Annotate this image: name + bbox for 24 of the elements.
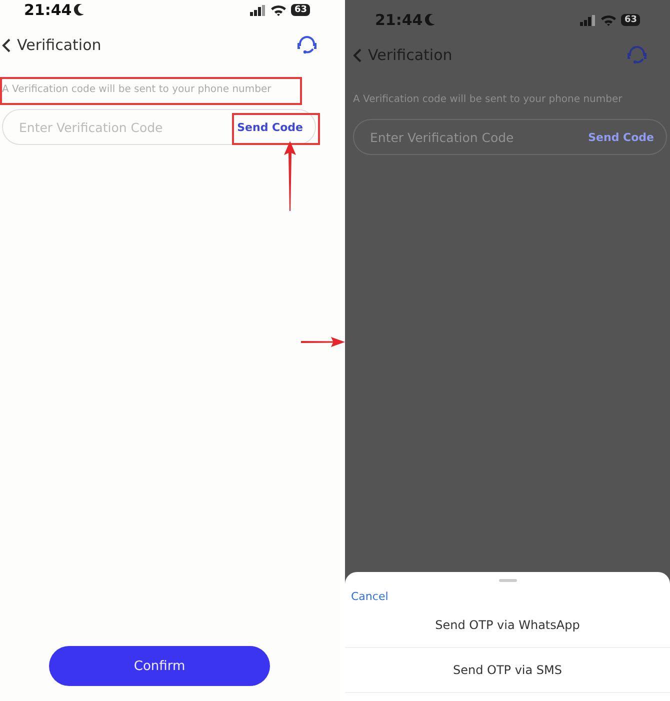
wifi-icon [271, 4, 286, 16]
sheet-option[interactable]: Send OTP via WhatsApp [345, 603, 670, 648]
moon-icon [74, 4, 84, 16]
cancel-button[interactable]: Cancel [351, 590, 388, 603]
code-field[interactable]: Enter Verification Code Send Code [2, 109, 316, 145]
wifi-icon [601, 14, 616, 26]
battery-level: 63 [621, 14, 640, 26]
confirm-button[interactable]: Confirm [49, 646, 270, 686]
status-time: 21:44 [24, 1, 84, 19]
arrow-icon [284, 141, 296, 211]
headset-icon[interactable] [296, 35, 318, 55]
sheet-handle[interactable] [498, 579, 516, 582]
signal-icon [250, 4, 266, 16]
battery-level: 63 [291, 4, 310, 16]
status-time: 21:44 [375, 11, 435, 29]
send-code-button[interactable]: Send Code [237, 118, 303, 136]
hint-text: A Verification code will be sent to your phone number [2, 84, 272, 94]
moon-icon [424, 14, 435, 26]
hint-text: A Verification code will be sent to your phone number [353, 94, 622, 104]
arrow-icon [301, 337, 345, 347]
back-icon[interactable] [2, 38, 11, 52]
sheet-option[interactable]: Send OTP via SMS [345, 648, 670, 693]
page-title: Verification [17, 36, 102, 54]
signal-icon [580, 14, 596, 26]
